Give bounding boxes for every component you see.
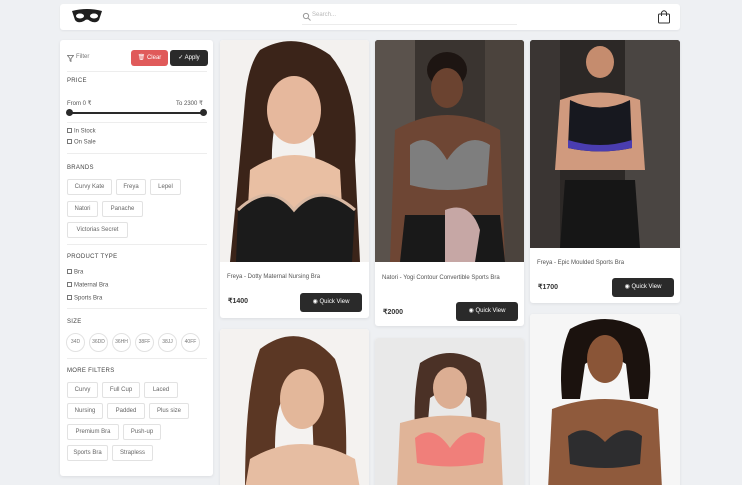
- price-slider-track[interactable]: [69, 112, 204, 114]
- mask-logo-icon[interactable]: [70, 8, 104, 26]
- apply-label: Apply: [184, 55, 200, 61]
- more-filter-chip[interactable]: Laced: [144, 382, 178, 398]
- more-filter-chip[interactable]: Plus size: [149, 403, 189, 419]
- product-card[interactable]: Freya - Dotty Maternal Nursing Bra ₹1400…: [220, 40, 369, 318]
- product-image[interactable]: [220, 329, 369, 485]
- more-filter-chip[interactable]: Sports Bra: [67, 445, 108, 461]
- filter-sidebar: Filter 🗑 Clear ✓ Apply PRICE From 0 ₹ To…: [60, 40, 213, 476]
- product-card[interactable]: Natori - Yogi Contour Convertible Sports…: [375, 40, 524, 326]
- more-filter-chip[interactable]: Premium Bra: [67, 424, 119, 440]
- product-card[interactable]: Freya - Epic Moulded Sports Bra ₹1700 ◉ …: [530, 40, 680, 303]
- product-price: ₹1400: [228, 298, 249, 305]
- product-card[interactable]: [220, 329, 369, 485]
- clear-label: Clear: [146, 55, 162, 61]
- price-max-handle[interactable]: [200, 109, 207, 116]
- clear-button[interactable]: 🗑 Clear: [131, 50, 168, 66]
- trash-icon: 🗑: [137, 55, 147, 61]
- eye-icon: ◉: [624, 284, 632, 290]
- size-option[interactable]: 38JJ: [158, 333, 177, 352]
- more-filter-chip[interactable]: Full Cup: [102, 382, 140, 398]
- on-sale-checkbox[interactable]: On Sale: [67, 139, 96, 146]
- brand-chip[interactable]: Natori: [67, 201, 98, 217]
- top-bar: Search...: [60, 4, 680, 30]
- eye-icon: ◉: [312, 299, 320, 305]
- product-type-heading: PRODUCT TYPE: [67, 254, 118, 260]
- product-price: ₹2000: [383, 309, 404, 316]
- brand-chip[interactable]: Lepel: [150, 179, 181, 195]
- product-image[interactable]: [530, 40, 680, 248]
- brand-chip[interactable]: Victorias Secret: [67, 222, 128, 238]
- more-filter-chip[interactable]: Padded: [107, 403, 145, 419]
- shopping-bag-icon[interactable]: [657, 9, 671, 24]
- product-title[interactable]: Freya - Epic Moulded Sports Bra: [537, 258, 667, 268]
- type-bra-checkbox[interactable]: Bra: [67, 269, 83, 276]
- apply-button[interactable]: ✓ Apply: [170, 50, 208, 66]
- product-price: ₹1700: [538, 284, 559, 291]
- in-stock-checkbox[interactable]: In Stock: [67, 128, 96, 135]
- filter-label: Filter: [76, 54, 90, 60]
- size-option[interactable]: 34D: [66, 333, 85, 352]
- more-filter-chip[interactable]: Curvy: [67, 382, 98, 398]
- price-min-handle[interactable]: [66, 109, 73, 116]
- more-filter-chip[interactable]: Strapless: [112, 445, 153, 461]
- product-image[interactable]: [220, 40, 369, 262]
- product-title[interactable]: Freya - Dotty Maternal Nursing Bra: [227, 272, 357, 282]
- price-from: From 0 ₹: [67, 101, 92, 107]
- quick-view-button[interactable]: ◉ Quick View: [300, 293, 362, 312]
- quick-view-button[interactable]: ◉ Quick View: [456, 302, 518, 321]
- size-option[interactable]: 36HH: [112, 333, 131, 352]
- more-filter-chip[interactable]: Push-up: [123, 424, 161, 440]
- product-image[interactable]: [375, 40, 524, 262]
- size-option[interactable]: 40FF: [181, 333, 200, 352]
- type-maternal-checkbox[interactable]: Maternal Bra: [67, 282, 108, 289]
- search-icon: [302, 12, 311, 21]
- search-input[interactable]: Search...: [302, 10, 517, 25]
- quick-view-button[interactable]: ◉ Quick View: [612, 278, 674, 297]
- search-placeholder: Search...: [312, 12, 337, 18]
- price-heading: PRICE: [67, 78, 87, 84]
- more-filter-chip[interactable]: Nursing: [67, 403, 103, 419]
- product-card[interactable]: [375, 338, 524, 485]
- size-option[interactable]: 38FF: [135, 333, 154, 352]
- product-title[interactable]: Natori - Yogi Contour Convertible Sports…: [382, 273, 512, 283]
- brand-chip[interactable]: Freya: [116, 179, 146, 195]
- brand-chip[interactable]: Panache: [102, 201, 143, 217]
- product-image[interactable]: [375, 338, 524, 485]
- eye-icon: ◉: [468, 308, 476, 314]
- size-option[interactable]: 36DD: [89, 333, 108, 352]
- product-card[interactable]: [530, 314, 680, 485]
- more-filters-heading: MORE FILTERS: [67, 368, 115, 374]
- brand-chip[interactable]: Curvy Kate: [67, 179, 112, 195]
- size-heading: SIZE: [67, 319, 82, 325]
- product-image[interactable]: [530, 314, 680, 485]
- filter-icon: [67, 55, 74, 62]
- price-to: To 2300 ₹: [176, 101, 203, 107]
- brands-heading: BRANDS: [67, 165, 94, 171]
- type-sports-checkbox[interactable]: Sports Bra: [67, 295, 102, 302]
